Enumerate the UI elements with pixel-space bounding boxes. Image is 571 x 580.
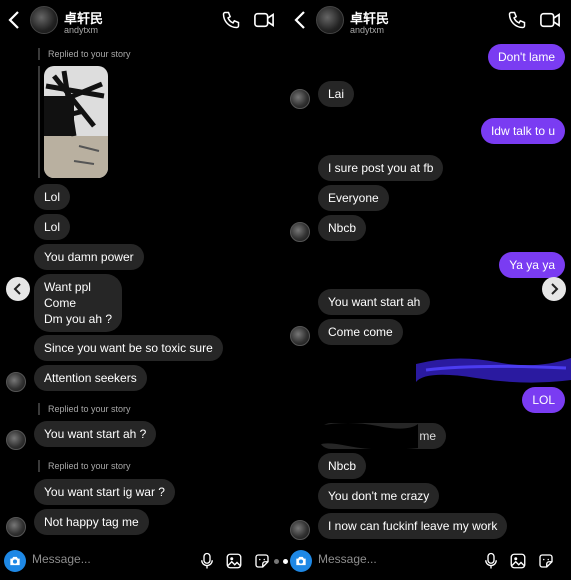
message-line: Want ppl	[44, 280, 91, 294]
sent-message-bubble[interactable]: LOL	[522, 387, 565, 413]
redacted-scribble	[318, 423, 418, 450]
message-bubble[interactable]: Nbcb	[318, 215, 367, 241]
message-line: Come	[44, 296, 77, 310]
video-call-icon[interactable]	[253, 10, 275, 30]
sent-message-bubble[interactable]: Ya ya ya	[499, 252, 565, 278]
sender-avatar[interactable]	[290, 89, 310, 109]
message-bubble[interactable]: Nbcb	[318, 453, 367, 479]
sent-message-bubble[interactable]: Idw talk to u	[480, 118, 565, 144]
phone-icon[interactable]	[507, 10, 527, 30]
reply-indicator-line	[38, 66, 40, 178]
camera-button[interactable]	[4, 550, 26, 572]
message-bubble[interactable]: I now can fuckinf leave my work	[318, 513, 508, 539]
replied-to-story-label: Replied to your story	[38, 460, 131, 472]
microphone-icon[interactable]	[482, 552, 500, 570]
gallery-icon[interactable]	[509, 552, 527, 570]
message-line: Dm you ah ?	[44, 312, 113, 326]
sent-message-bubble[interactable]: Don't lame	[488, 44, 565, 70]
chat-header: 卓轩民 andytxm	[286, 0, 571, 40]
camera-button[interactable]	[290, 550, 312, 572]
message-bubble[interactable]: Come come	[318, 319, 403, 345]
gallery-icon[interactable]	[225, 552, 243, 570]
message-input[interactable]: Message...	[318, 552, 377, 566]
message-bubble[interactable]: Lol	[34, 214, 71, 240]
camera-icon	[296, 556, 306, 566]
replied-to-story-label: Replied to your story	[38, 403, 131, 415]
carousel-dot-active	[283, 559, 288, 564]
redacted-scribble	[416, 358, 571, 383]
message-bubble[interactable]: Lol	[34, 184, 71, 210]
message-bubble[interactable]: You damn power	[34, 244, 144, 270]
video-call-icon[interactable]	[539, 10, 561, 30]
message-bubble[interactable]: Since you want be so toxic sure	[34, 335, 223, 361]
microphone-icon[interactable]	[198, 552, 216, 570]
avatar[interactable]	[316, 6, 344, 34]
sender-avatar[interactable]	[6, 372, 26, 392]
message-bubble[interactable]: Everyone	[318, 185, 389, 211]
carousel-dot	[274, 559, 279, 564]
phone-icon[interactable]	[221, 10, 241, 30]
message-bubble[interactable]: Lai	[318, 81, 355, 107]
story-thumbnail[interactable]	[44, 66, 108, 178]
right-chat-panel: 卓轩民 andytxm Don't lame Lai Idw talk to u…	[286, 0, 571, 580]
message-input[interactable]: Message...	[32, 552, 91, 566]
sticker-icon[interactable]	[537, 552, 555, 570]
left-chat-panel: 卓轩民 andytxm Replied to your story Lol Lo…	[0, 0, 285, 580]
message-bubble-multiline[interactable]: Want ppl Come Dm you ah ?	[34, 274, 123, 332]
sender-avatar[interactable]	[6, 430, 26, 450]
message-bubble[interactable]: Attention seekers	[34, 365, 147, 391]
chevron-right-icon	[551, 283, 559, 295]
back-arrow-icon[interactable]	[290, 8, 310, 32]
message-bubble[interactable]: You don't me crazy	[318, 483, 440, 509]
replied-to-story-label: Replied to your story	[38, 48, 131, 60]
message-bubble[interactable]: I sure post you at fb	[318, 155, 444, 181]
sticker-icon[interactable]	[253, 552, 271, 570]
back-arrow-icon[interactable]	[4, 8, 24, 32]
sender-avatar[interactable]	[290, 326, 310, 346]
message-bubble[interactable]: Not happy tag me	[34, 509, 149, 535]
contact-username: andytxm	[64, 25, 99, 35]
previous-image-button[interactable]	[6, 277, 30, 301]
message-bubble[interactable]: You want start ah	[318, 289, 431, 315]
next-image-button[interactable]	[542, 277, 566, 301]
sender-avatar[interactable]	[290, 222, 310, 242]
message-text: me	[419, 429, 436, 443]
chevron-left-icon	[13, 283, 21, 295]
avatar[interactable]	[30, 6, 58, 34]
sender-avatar[interactable]	[6, 517, 26, 537]
message-bubble[interactable]: You want start ig war ?	[34, 479, 175, 505]
contact-username: andytxm	[350, 25, 385, 35]
sender-avatar[interactable]	[290, 520, 310, 540]
chat-header: 卓轩民 andytxm	[0, 0, 285, 40]
camera-icon	[10, 556, 20, 566]
message-bubble[interactable]: You want start ah ?	[34, 421, 157, 447]
